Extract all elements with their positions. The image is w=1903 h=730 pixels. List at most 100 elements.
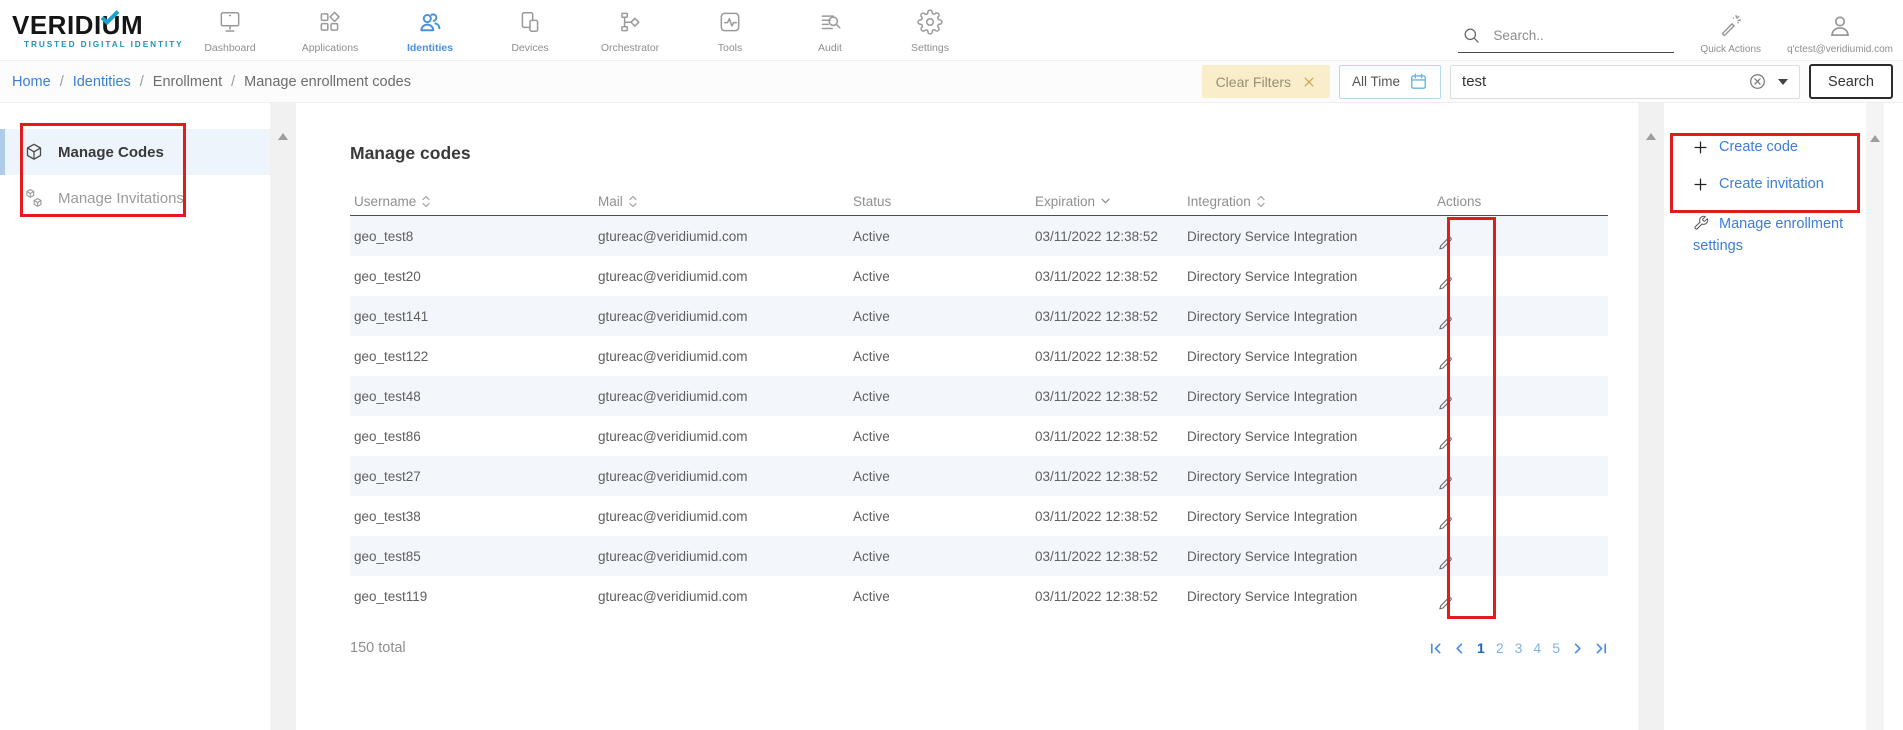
page-number-5[interactable]: 5 [1552,640,1560,656]
cell-integration: Directory Service Integration [1187,429,1437,444]
table-row: geo_test86 gtureac@veridiumid.com Active… [350,416,1608,456]
main-scrollbar[interactable] [1638,103,1664,730]
cell-expiration: 03/11/2022 12:38:52 [1035,349,1187,364]
table-search-input[interactable] [1462,73,1737,90]
top-bar: VERIDIUM TRUSTED DIGITAL IDENTITY Dashbo… [0,0,1903,60]
user-menu[interactable]: q'ctest@veridiumid.com [1787,5,1893,55]
veridium-logo[interactable]: VERIDIUM TRUSTED DIGITAL IDENTITY [12,0,168,60]
right-panel-scrollbar[interactable] [1866,103,1884,730]
edit-pencil-icon[interactable] [1437,315,1608,332]
user-icon [1827,13,1853,40]
breadcrumb-identities[interactable]: Identities [73,74,131,90]
column-header-mail[interactable]: Mail [598,194,853,209]
sidebar-item-label: Manage Invitations [58,190,184,207]
main-panel: Manage codes Username Mail Status Expira… [296,103,1638,730]
table-body: geo_test8 gtureac@veridiumid.com Active … [350,216,1608,616]
create-invitation-label: Create invitation [1719,176,1824,192]
sidebar-scrollbar[interactable] [270,103,296,730]
calendar-icon [1409,72,1428,91]
next-page-icon[interactable] [1571,642,1584,655]
cell-integration: Directory Service Integration [1187,469,1437,484]
cell-status: Active [853,549,1035,564]
column-header-integration[interactable]: Integration [1187,194,1437,209]
page-title: Manage codes [350,143,1608,164]
page-number-1[interactable]: 1 [1477,640,1485,656]
cell-mail: gtureac@veridiumid.com [598,589,853,604]
edit-pencil-icon[interactable] [1437,435,1608,452]
search-button[interactable]: Search [1809,64,1893,99]
prev-page-icon[interactable] [1453,642,1466,655]
wrench-icon [1693,215,1709,231]
column-header-username[interactable]: Username [350,194,598,209]
edit-pencil-icon[interactable] [1437,515,1608,532]
topbar-right: Quick Actions q'ctest@veridiumid.com [1458,0,1903,60]
breadcrumb-separator: / [140,74,144,90]
nav-label: Dashboard [204,42,255,54]
cell-mail: gtureac@veridiumid.com [598,309,853,324]
create-invitation-link[interactable]: Create invitation [1693,176,1873,192]
create-code-link[interactable]: Create code [1693,139,1873,155]
table-row: geo_test85 gtureac@veridiumid.com Active… [350,536,1608,576]
nav-dashboard[interactable]: Dashboard [180,0,280,60]
quick-actions-button[interactable]: Quick Actions [1700,5,1761,55]
table-search-field[interactable] [1450,65,1800,99]
last-page-icon[interactable] [1595,642,1608,655]
cell-status: Active [853,269,1035,284]
tools-icon [717,9,743,36]
column-header-status[interactable]: Status [853,194,1035,209]
edit-pencil-icon[interactable] [1437,395,1608,412]
column-header-expiration[interactable]: Expiration [1035,194,1187,209]
global-search[interactable] [1458,21,1674,53]
edit-pencil-icon[interactable] [1437,595,1608,612]
edit-pencil-icon[interactable] [1437,235,1608,252]
cell-actions [1437,220,1608,252]
global-search-input[interactable] [1493,28,1643,43]
user-email: q'ctest@veridiumid.com [1787,44,1893,55]
cubes-icon [24,188,44,208]
first-page-icon[interactable] [1429,642,1442,655]
clear-filters-button[interactable]: Clear Filters [1202,65,1330,98]
page-number-2[interactable]: 2 [1496,640,1504,656]
table-row: geo_test20 gtureac@veridiumid.com Active… [350,256,1608,296]
nav-label: Tools [718,42,743,54]
chevron-down-icon[interactable] [1778,79,1788,85]
breadcrumb-home[interactable]: Home [12,74,51,90]
scroll-up-arrow[interactable] [278,133,288,140]
time-filter-button[interactable]: All Time [1339,65,1441,99]
nav-audit[interactable]: Audit [780,0,880,60]
pagination: 1 2 3 4 5 [1429,640,1608,656]
close-icon [1302,75,1316,89]
nav-tools[interactable]: Tools [680,0,780,60]
sidebar-item-manage-invitations[interactable]: Manage Invitations [0,175,270,221]
devices-icon [517,9,543,36]
nav-applications[interactable]: Applications [280,0,380,60]
cell-actions [1437,460,1608,492]
edit-pencil-icon[interactable] [1437,555,1608,572]
manage-enrollment-settings-link[interactable]: Manage enrollment settings [1693,213,1873,257]
scroll-up-arrow[interactable] [1870,135,1880,142]
clear-input-icon[interactable] [1749,73,1766,90]
breadcrumb-current-page: Manage enrollment codes [244,74,411,90]
sidebar-item-manage-codes[interactable]: Manage Codes [0,129,270,175]
cell-mail: gtureac@veridiumid.com [598,269,853,284]
page-number-3[interactable]: 3 [1515,640,1523,656]
cell-status: Active [853,469,1035,484]
main-nav: Dashboard Applications Identities Device… [180,0,980,60]
scroll-up-arrow[interactable] [1646,133,1656,140]
sort-icon [629,195,637,208]
nav-devices[interactable]: Devices [480,0,580,60]
edit-pencil-icon[interactable] [1437,275,1608,292]
sidebar-item-label: Manage Codes [58,144,164,161]
nav-label: Settings [911,42,949,54]
table-row: geo_test122 gtureac@veridiumid.com Activ… [350,336,1608,376]
nav-identities[interactable]: Identities [380,0,480,60]
page-number-4[interactable]: 4 [1533,640,1541,656]
edit-pencil-icon[interactable] [1437,475,1608,492]
nav-label: Audit [818,42,842,54]
edit-pencil-icon[interactable] [1437,355,1608,372]
clear-filters-label: Clear Filters [1216,74,1291,90]
cell-mail: gtureac@veridiumid.com [598,349,853,364]
nav-orchestrator[interactable]: Orchestrator [580,0,680,60]
nav-settings[interactable]: Settings [880,0,980,60]
cell-actions [1437,580,1608,612]
